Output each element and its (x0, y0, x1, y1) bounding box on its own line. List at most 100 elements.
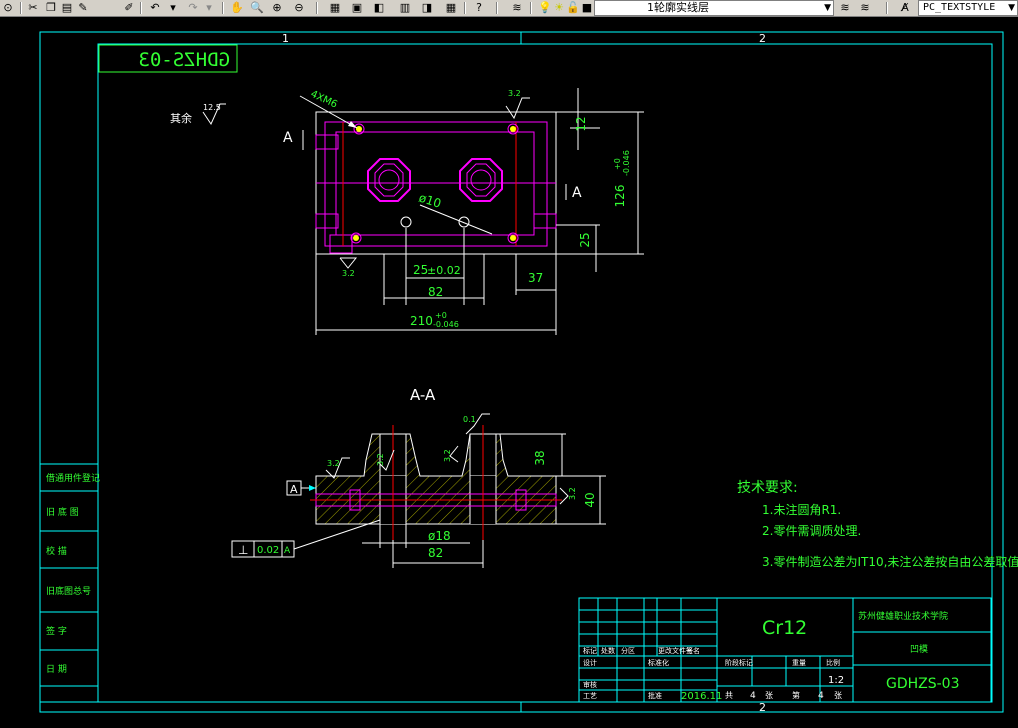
note-line-3: 3.零件制造公差为IT10,未注公差按自由公差取值. (762, 554, 1018, 569)
lightbulb-icon[interactable]: 💡 (538, 1, 552, 15)
roughness-bottom: 3.2 (342, 269, 355, 278)
redo-icon[interactable]: ↷ (186, 1, 200, 15)
lock-icon[interactable]: 🔓 (566, 1, 580, 15)
label-process: 工艺 (583, 692, 597, 700)
layer-dropdown[interactable]: 1轮廓实线层 ▼ (594, 0, 834, 16)
dim-126: 126 (613, 185, 627, 208)
zoom-window-icon[interactable]: ⊕ (270, 1, 284, 15)
roughness-rest-label: 其余 (170, 111, 192, 125)
label-mark: 标记 (583, 646, 597, 655)
undo-icon[interactable]: ↶ (148, 1, 162, 15)
paste-icon[interactable]: ▤ (60, 1, 74, 15)
dim-82: 82 (428, 285, 443, 299)
section-roughness-mid: 3.2 (376, 453, 385, 466)
text-style-dropdown[interactable]: PC_TEXTSTYLE ▼ (918, 0, 1018, 16)
side-table-label: 借通用件登记 (46, 472, 100, 484)
color-swatch-icon[interactable]: ■ (580, 1, 594, 15)
dim-dia18: ø18 (428, 529, 451, 543)
flatness-value: 0.1 (463, 415, 476, 424)
make-current-icon[interactable]: ≋ (838, 1, 852, 15)
redo-dropdown-icon[interactable]: ▾ (202, 1, 216, 15)
chevron-down-icon[interactable]: ▼ (1008, 1, 1015, 15)
dim-25: 25 (413, 263, 428, 277)
label-stage: 阶段标记 (725, 658, 753, 667)
sheet-set-icon[interactable]: ▥ (398, 1, 412, 15)
section-title: A-A (410, 386, 436, 404)
text-style-name: PC_TEXTSTYLE (923, 2, 996, 13)
brush-icon[interactable]: ✐ (122, 1, 136, 15)
layer-name: 1轮廓实线层 (647, 1, 709, 14)
label-design: 设计 (583, 658, 597, 667)
markup-icon[interactable]: ◨ (420, 1, 434, 15)
properties-icon[interactable]: ▦ (328, 1, 342, 15)
label-sign: 签名 (686, 646, 700, 655)
cut-icon[interactable]: ✂ (26, 1, 40, 15)
school-name: 苏州健雄职业技术学院 (858, 610, 948, 622)
part-name: 凹模 (910, 644, 928, 655)
label-scale: 比例 (826, 658, 840, 667)
label-weight: 重量 (792, 659, 806, 667)
realtime-pan-icon[interactable]: ✋ (230, 1, 244, 15)
date: 2016.11 (681, 691, 722, 702)
help-icon[interactable]: ? (472, 1, 486, 15)
dim-126-tol-up: +0 (613, 158, 622, 170)
side-table-label: 日 期 (46, 664, 67, 675)
side-table-label: 旧 底 图 (46, 506, 79, 518)
side-table-label: 校 描 (46, 545, 67, 557)
scale: 1:2 (828, 675, 844, 686)
drawing-number: GDHZS-03 (886, 676, 960, 692)
dim-40: 40 (583, 492, 597, 507)
zoom-realtime-icon[interactable]: 🔍 (250, 1, 264, 15)
section-dim-82: 82 (428, 546, 443, 560)
label-sheet: 张 (765, 691, 773, 700)
pan-icon[interactable]: ⊙ (1, 1, 15, 15)
section-marker-left: A (283, 130, 293, 146)
notes-title: 技术要求: (737, 480, 798, 496)
zoom-previous-icon[interactable]: ⊖ (292, 1, 306, 15)
section-marker-right: A (572, 185, 582, 201)
label-standard: 标准化 (648, 658, 669, 667)
design-center-icon[interactable]: ▣ (350, 1, 364, 15)
sun-icon[interactable]: ☀ (552, 1, 566, 15)
gdt-datum: A (284, 546, 291, 556)
chevron-down-icon[interactable]: ▼ (824, 1, 831, 15)
zone-label-1: 1 (282, 32, 289, 45)
sheets-total: 4 (750, 691, 756, 701)
dim-38: 38 (533, 450, 547, 465)
calculator-icon[interactable]: ▦ (444, 1, 458, 15)
label-zone: 分区 (621, 646, 635, 655)
gdt-symbol: ⊥ (238, 543, 248, 557)
section-roughness-mid2: 3.2 (443, 449, 452, 462)
dim-37: 37 (528, 271, 543, 285)
text-style-icon[interactable]: A̸ (898, 1, 912, 15)
label-review: 审核 (583, 680, 597, 689)
dim-25-right: 25 (578, 232, 592, 247)
dim-12: 12 (574, 116, 588, 131)
dim-126-tol-low: -0.046 (622, 150, 631, 176)
copy-icon[interactable]: ❐ (44, 1, 58, 15)
gdt-value: 0.02 (257, 545, 279, 556)
note-line-1: 1.未注圆角R1. (762, 502, 841, 517)
undo-dropdown-icon[interactable]: ▾ (166, 1, 180, 15)
dim-210-tol-low: -0.046 (433, 320, 459, 329)
layer-manager-icon[interactable]: ≋ (510, 1, 524, 15)
zone-label-2: 2 (759, 32, 766, 45)
drawing-canvas[interactable]: 1 2 2 GDHZS-03 其余 12.5 4XM6 ø10 3.2 3.2 … (0, 17, 1018, 728)
label-count: 处数 (601, 646, 615, 655)
match-properties-icon[interactable]: ✎ (76, 1, 90, 15)
material: Cr12 (762, 617, 807, 639)
section-roughness-right: 3.2 (568, 487, 577, 500)
note-line-2: 2.零件需调质处理. (762, 524, 861, 538)
section-roughness-left: 3.2 (327, 459, 340, 468)
side-table-label: 签 字 (46, 625, 67, 637)
label-sheet-2: 张 (834, 691, 842, 700)
label-no: 第 (792, 690, 800, 700)
layer-previous-icon[interactable]: ≋ (858, 1, 872, 15)
dim-25-tol: ±0.02 (427, 264, 461, 277)
tool-palettes-icon[interactable]: ◧ (372, 1, 386, 15)
roughness-rest-value: 12.5 (203, 103, 221, 112)
svg-text:GDHZS-03: GDHZS-03 (138, 49, 230, 71)
side-table-label: 旧底图总号 (46, 585, 91, 597)
dim-210-tol-up: +0 (435, 311, 447, 320)
zone-label-2-bottom: 2 (759, 701, 766, 714)
